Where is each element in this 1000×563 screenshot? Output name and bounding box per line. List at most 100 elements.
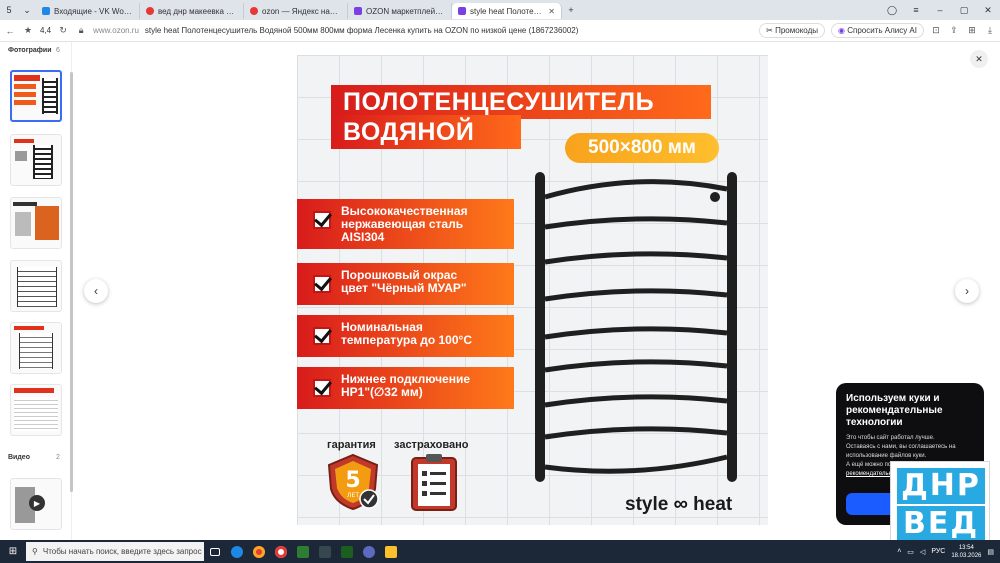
rail-bar	[544, 326, 728, 340]
rail-bottom-bar	[544, 454, 728, 474]
tab-label: вед днр макеевка — Янд	[158, 6, 237, 16]
tab-label: Входящие - VK WorkMail	[54, 6, 133, 16]
language-indicator[interactable]: РУС	[931, 548, 945, 555]
rail-mount	[710, 192, 720, 202]
volume-icon[interactable]: ◁	[920, 548, 925, 556]
chevron-left-icon: ‹	[94, 284, 98, 298]
feature-text: цвет "Чёрный МУАР"	[341, 281, 467, 295]
lock-icon: 🔒︎	[78, 25, 84, 35]
close-window-icon[interactable]: ✕	[976, 5, 1000, 16]
size-badge: 500×800 мм	[565, 133, 719, 163]
tab-4-active[interactable]: style heat Полотенце ✕	[452, 3, 562, 19]
rail-bar	[544, 394, 728, 408]
favicon-icon	[146, 7, 154, 15]
warranty-shield-icon: 5 ЛЕТ	[327, 453, 379, 511]
watermark-line-2: ВЕД	[897, 506, 985, 542]
rail-bar	[544, 288, 728, 302]
back-arrow-icon[interactable]: ←	[4, 26, 16, 36]
star-icon[interactable]: ★	[22, 25, 34, 36]
menu-icon[interactable]: ≡	[904, 5, 928, 16]
tab-count-button[interactable]: 5	[0, 0, 18, 20]
new-tab-plus-icon[interactable]: +	[562, 0, 580, 20]
tab-label: style heat Полотенце	[470, 6, 545, 16]
tab-3[interactable]: OZON маркетплейс - ин	[348, 3, 452, 19]
refresh-icon[interactable]: ↻	[57, 25, 69, 36]
yandex-icon[interactable]	[358, 540, 380, 563]
close-viewer-button[interactable]: ✕	[970, 50, 988, 68]
thumbnail-5[interactable]	[10, 322, 62, 374]
promo-codes-button[interactable]: ✂ Промокоды	[759, 23, 825, 38]
taskbar-search-input[interactable]: ⚲ Чтобы начать поиск, введите здесь запр…	[26, 542, 204, 561]
cookie-text-2: Оставаясь с нами, вы соглашаетесь на исп…	[846, 444, 956, 459]
maximize-icon[interactable]: ▢	[952, 5, 976, 16]
file-explorer-icon[interactable]	[380, 540, 402, 563]
tab-label: ozon — Яндекс нашелся	[262, 6, 341, 16]
feature-text: AISI304	[341, 230, 385, 244]
warranty-years: 5	[345, 468, 360, 493]
extensions-icon[interactable]: ⊞	[966, 25, 978, 36]
rail-top-bar	[544, 179, 728, 200]
bookmark-icon[interactable]: ⊡	[930, 25, 942, 36]
thumbnail-2[interactable]	[10, 134, 62, 186]
hero-title-line2: ВОДЯНОЙ	[331, 115, 521, 150]
chrome-icon[interactable]	[248, 540, 270, 563]
download-icon[interactable]: ⤓	[984, 25, 996, 36]
tab-0[interactable]: Входящие - VK WorkMail	[36, 3, 140, 19]
tab-2[interactable]: ozon — Яндекс нашелся	[244, 3, 348, 19]
prev-image-button[interactable]: ‹	[84, 279, 108, 303]
minimize-icon[interactable]: –	[928, 5, 952, 16]
photos-heading: Фотографии	[8, 47, 52, 54]
video-thumbnail-1[interactable]: ▶	[10, 478, 62, 530]
favicon-icon	[458, 7, 466, 15]
task-view-icon[interactable]	[204, 540, 226, 563]
rail-left-post	[535, 172, 545, 482]
windows-start-icon[interactable]: ⊞	[0, 540, 26, 563]
promo-label: Промокоды	[775, 26, 818, 35]
network-icon[interactable]: ▭	[907, 548, 914, 556]
rail-bar	[544, 426, 728, 440]
chart-app-icon[interactable]	[292, 540, 314, 563]
checkbox-check-icon	[313, 327, 331, 345]
clock[interactable]: 13:54 18.03.2026	[951, 544, 981, 560]
brand-right: heat	[693, 494, 733, 515]
tray-expand-icon[interactable]: ˄	[897, 548, 901, 555]
window-controls: ◯ ≡ – ▢ ✕	[880, 5, 1000, 16]
warranty-label: гарантия	[327, 439, 376, 451]
edge-icon[interactable]	[226, 540, 248, 563]
rail-bar	[544, 359, 728, 373]
tab-close-icon[interactable]: ✕	[548, 7, 555, 16]
brand-logo: style ∞ heat	[625, 493, 732, 516]
favicon-icon	[42, 7, 50, 15]
notifications-icon[interactable]: ▤	[987, 548, 994, 556]
next-image-button[interactable]: ›	[955, 279, 979, 303]
system-tray: ˄ ▭ ◁ РУС 13:54 18.03.2026 ▤	[897, 544, 1000, 560]
insured-label: застраховано	[394, 439, 469, 451]
url-domain[interactable]: www.ozon.ru	[93, 26, 139, 35]
feature-item-2: Порошковый окрас цвет "Чёрный МУАР"	[297, 263, 514, 305]
profile-icon[interactable]: ◯	[880, 5, 904, 16]
tab-1[interactable]: вед днр макеевка — Янд	[140, 3, 244, 19]
feature-item-4: Нижнее подключение НР1"(∅32 мм)	[297, 367, 514, 409]
url-page-title[interactable]: style heat Полотенцесушитель Водяной 500…	[145, 26, 753, 35]
towel-rail-illustration	[535, 172, 737, 482]
checkbox-check-icon	[313, 379, 331, 397]
media-app-icon[interactable]	[314, 540, 336, 563]
warranty-unit: ЛЕТ	[347, 492, 359, 499]
excel-icon[interactable]	[336, 540, 358, 563]
thumbnail-4[interactable]	[10, 260, 62, 312]
thumbnail-1[interactable]	[10, 70, 62, 122]
ask-alice-button[interactable]: ◉ Спросить Алису AI	[831, 23, 924, 38]
photos-count: 6	[56, 47, 60, 54]
tab-label: OZON маркетплейс - ин	[366, 6, 445, 16]
thumbnail-6[interactable]	[10, 384, 62, 436]
sidebar-scrollbar[interactable]	[70, 72, 73, 492]
cookie-text-1: Это чтобы сайт работал лучше.	[846, 435, 935, 441]
rail-right-post	[727, 172, 737, 482]
favicon-icon	[250, 7, 258, 15]
share-icon[interactable]: ⇪	[948, 25, 960, 36]
thumbnail-3[interactable]	[10, 197, 62, 249]
product-image: ПОЛОТЕНЦЕСУШИТЕЛЬ ВОДЯНОЙ 500×800 мм Выс…	[297, 55, 768, 525]
yandex-browser-icon[interactable]	[270, 540, 292, 563]
tabs-menu-chevron-icon[interactable]: ⌄	[18, 0, 36, 20]
checkbox-check-icon	[313, 211, 331, 229]
